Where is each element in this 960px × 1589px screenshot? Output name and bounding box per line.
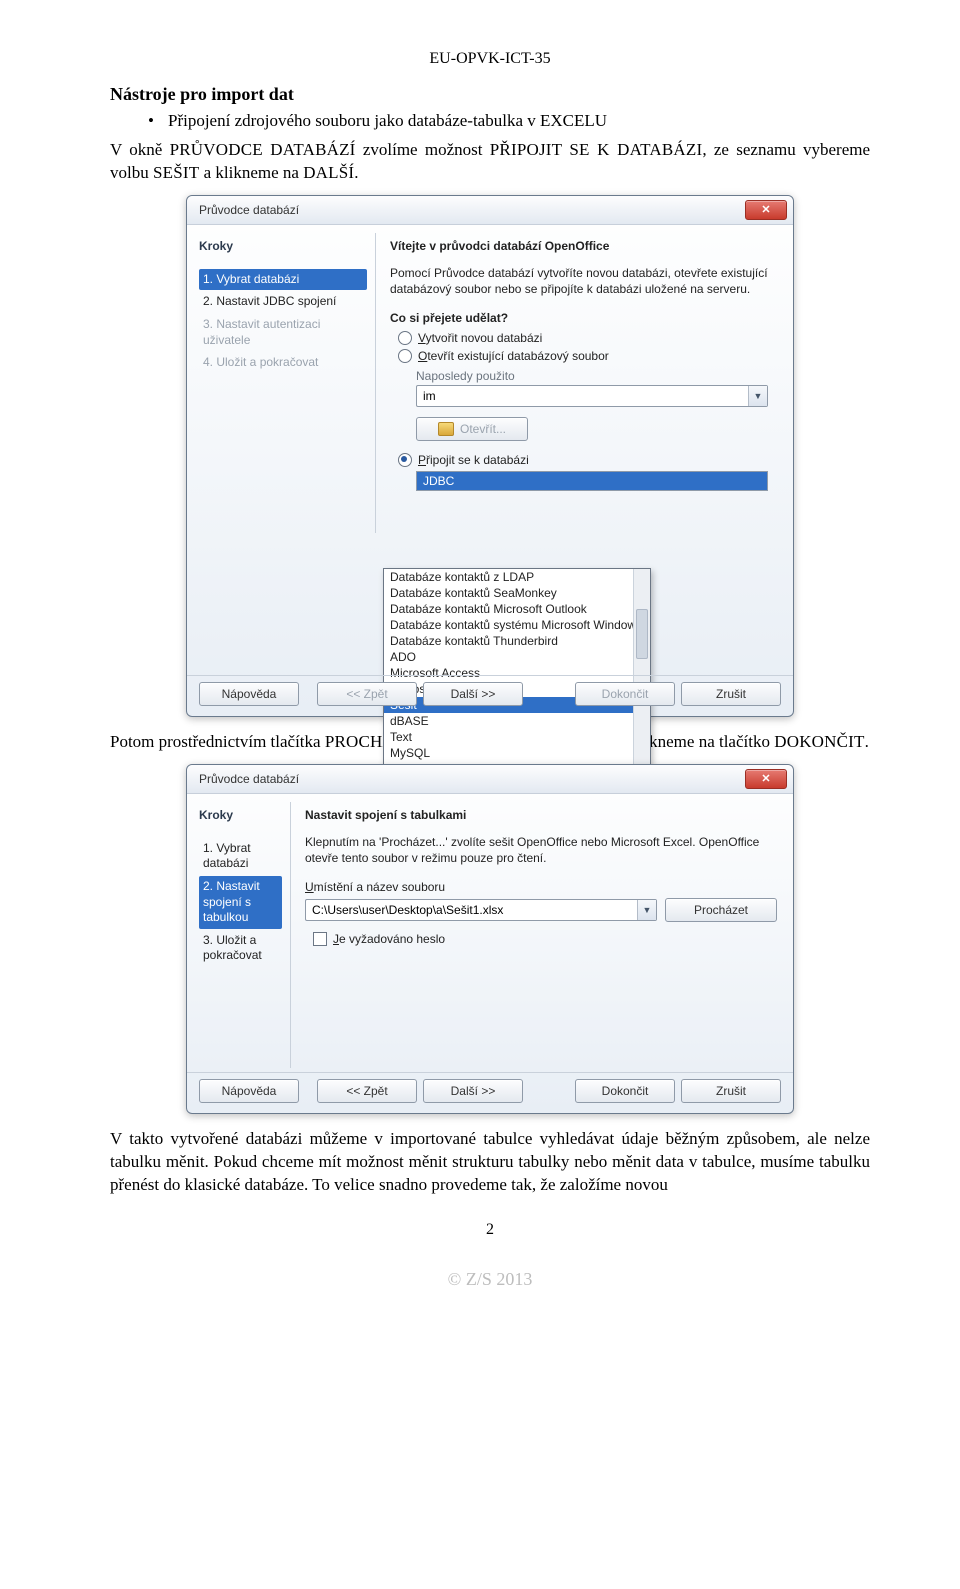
close-button[interactable]: ✕ [745, 769, 787, 789]
close-button[interactable]: ✕ [745, 200, 787, 220]
help-button[interactable]: Nápověda [199, 682, 299, 706]
step-2[interactable]: 2. Nastavit spojení s tabulkou [199, 876, 282, 929]
panel-description: Klepnutím na 'Procházet...' zvolíte seši… [305, 834, 777, 866]
recent-combo[interactable]: ▼ [416, 385, 768, 407]
scrollbar-thumb[interactable] [636, 609, 648, 659]
list-item[interactable]: ADO [384, 649, 650, 665]
list-item[interactable]: Databáze kontaktů systému Microsoft Wind… [384, 617, 650, 633]
list-item[interactable]: Databáze kontaktů Thunderbird [384, 633, 650, 649]
window-title: Průvodce databází [199, 203, 745, 217]
radio-icon [398, 349, 412, 363]
wizard-steps-panel: Kroky 1. Vybrat databázi 2. Nastavit JDB… [199, 233, 376, 533]
open-button-label: Otevřít... [460, 422, 506, 436]
checkbox-password-label: Je vyžadováno heslo [333, 932, 445, 946]
dropdown-scrollbar[interactable] [633, 569, 650, 777]
paragraph-1: V okně PRŮVODCE DATABÁZÍ zvolíme možnost… [110, 139, 870, 185]
doc-header: EU-OPVK-ICT-35 [110, 50, 870, 68]
chevron-down-icon[interactable]: ▼ [748, 386, 767, 406]
dialog-database-wizard-step2: Průvodce databází ✕ Kroky 1. Vybrat data… [186, 764, 794, 1114]
question-label: Co si přejete udělat? [390, 311, 777, 325]
list-item[interactable]: Databáze kontaktů z LDAP [384, 569, 650, 585]
folder-open-icon [438, 422, 454, 436]
checkbox-icon [313, 932, 327, 946]
chevron-down-icon[interactable]: ▼ [637, 900, 656, 920]
step-1[interactable]: 1. Vybrat databázi [199, 269, 367, 291]
bullet-text: Připojení zdrojového souboru jako databá… [168, 111, 607, 130]
list-item[interactable]: Databáze kontaktů SeaMonkey [384, 585, 650, 601]
step-1[interactable]: 1. Vybrat databázi [199, 838, 282, 875]
path-label: Umístění a název souboru [305, 880, 777, 894]
steps-heading: Kroky [199, 239, 367, 253]
list-item[interactable]: Text [384, 729, 650, 745]
radio-create-new-label: Vytvořit novou databázi [418, 331, 542, 345]
finish-button[interactable]: Dokončit [575, 682, 675, 706]
browse-button[interactable]: Procházet [665, 898, 777, 922]
list-item[interactable]: MySQL [384, 745, 650, 761]
checkbox-password[interactable]: Je vyžadováno heslo [305, 930, 777, 948]
wizard-steps-panel: Kroky 1. Vybrat databázi 2. Nastavit spo… [199, 802, 291, 1068]
paragraph-3: V takto vytvořené databázi můžeme v impo… [110, 1128, 870, 1197]
copyright-footer: © Z/S 2013 [110, 1269, 870, 1290]
finish-button[interactable]: Dokončit [575, 1079, 675, 1103]
panel-heading: Nastavit spojení s tabulkami [305, 808, 777, 822]
steps-heading: Kroky [199, 808, 282, 822]
titlebar: Průvodce databází ✕ [187, 196, 793, 225]
recent-label: Naposledy použito [390, 369, 777, 383]
step-4: 4. Uložit a pokračovat [199, 352, 367, 374]
page-number: 2 [110, 1221, 870, 1239]
step-2[interactable]: 2. Nastavit JDBC spojení [199, 291, 367, 313]
radio-connect-db[interactable]: Připojit se k databázi [390, 451, 777, 469]
list-item[interactable]: Databáze kontaktů Microsoft Outlook [384, 601, 650, 617]
panel-description: Pomocí Průvodce databází vytvoříte novou… [390, 265, 777, 297]
back-button[interactable]: << Zpět [317, 682, 417, 706]
section-title: Nástroje pro import dat [110, 84, 870, 105]
radio-open-existing-label: Otevřít existující databázový soubor [418, 349, 609, 363]
radio-icon [398, 453, 412, 467]
bullet-item: •Připojení zdrojového souboru jako datab… [110, 111, 870, 131]
open-button[interactable]: Otevřít... [416, 417, 528, 441]
radio-open-existing[interactable]: Otevřít existující databázový soubor [390, 347, 777, 365]
next-button[interactable]: Další >> [423, 1079, 523, 1103]
next-button[interactable]: Další >> [423, 682, 523, 706]
path-combo[interactable]: ▼ [305, 899, 657, 921]
step-3[interactable]: 3. Uložit a pokračovat [199, 930, 282, 967]
radio-connect-db-label: Připojit se k databázi [418, 453, 529, 467]
recent-input[interactable] [417, 389, 748, 403]
panel-heading: Vítejte v průvodci databází OpenOffice [390, 239, 777, 253]
window-title: Průvodce databází [199, 772, 745, 786]
db-type-selected: JDBC [417, 472, 767, 490]
cancel-button[interactable]: Zrušit [681, 1079, 781, 1103]
step-3: 3. Nastavit autentizaci uživatele [199, 314, 367, 351]
back-button[interactable]: << Zpět [317, 1079, 417, 1103]
close-icon: ✕ [761, 772, 770, 785]
radio-icon [398, 331, 412, 345]
db-type-dropdown-list[interactable]: Databáze kontaktů z LDAP Databáze kontak… [383, 568, 651, 778]
bullet-dot-icon: • [148, 111, 168, 131]
close-icon: ✕ [761, 203, 770, 216]
cancel-button[interactable]: Zrušit [681, 682, 781, 706]
db-type-select[interactable]: JDBC [416, 471, 768, 491]
path-input[interactable] [306, 903, 637, 917]
help-button[interactable]: Nápověda [199, 1079, 299, 1103]
dialog-database-wizard-step1: Průvodce databází ✕ Kroky 1. Vybrat data… [186, 195, 794, 717]
titlebar: Průvodce databází ✕ [187, 765, 793, 794]
radio-create-new[interactable]: Vytvořit novou databázi [390, 329, 777, 347]
